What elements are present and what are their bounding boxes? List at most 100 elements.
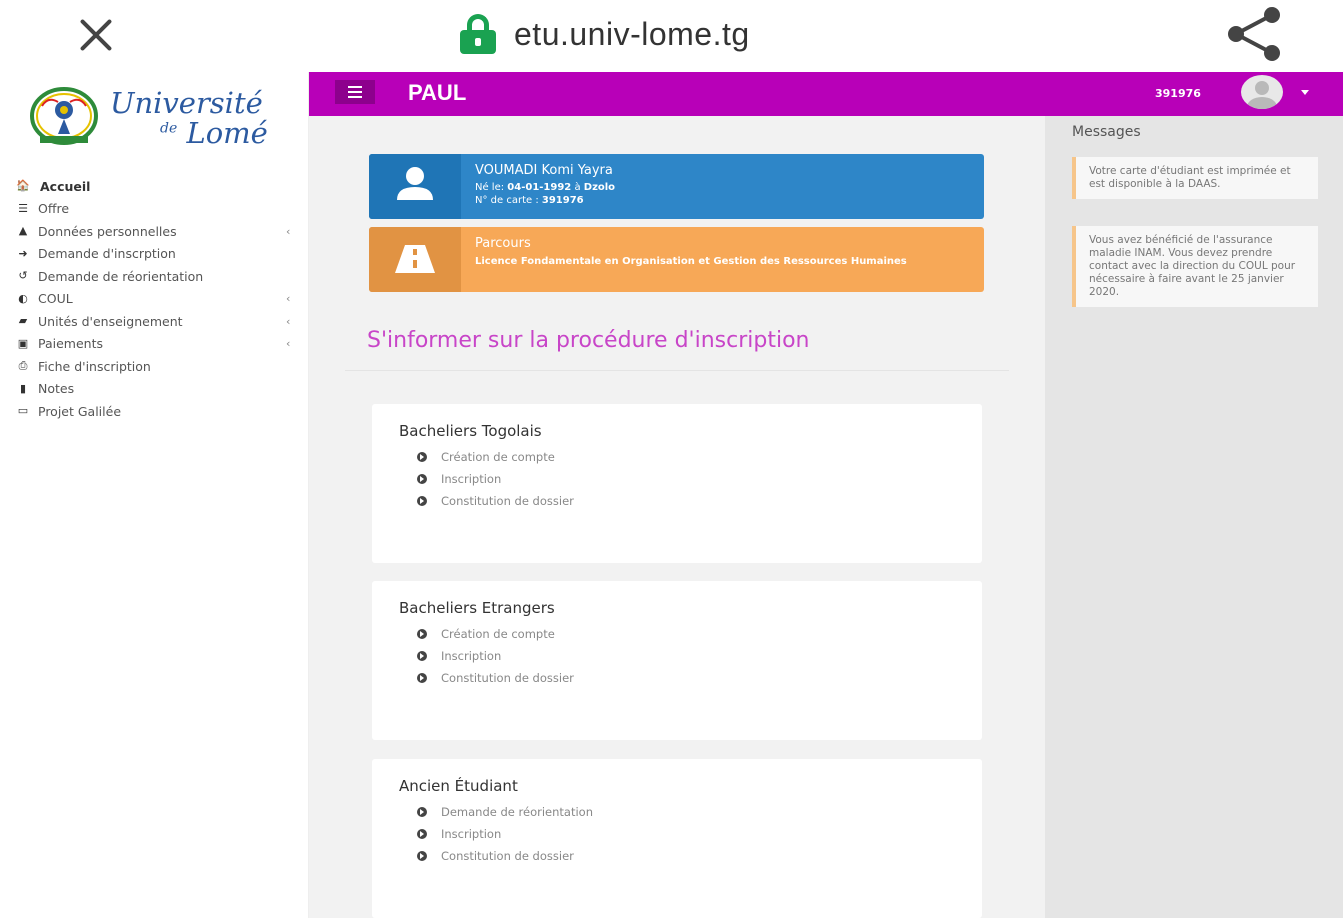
section-ancien-etudiant: Ancien Étudiant Demande de réorientation… xyxy=(372,759,982,918)
road-icon xyxy=(395,245,435,273)
chevron-circle-right-icon xyxy=(417,673,427,683)
sidebar: Université de Lomé 🏠 Accueil ☰ Offre ▲ D… xyxy=(0,72,309,918)
logo-text-lome-word: Lomé xyxy=(186,116,268,150)
link-label: Inscription xyxy=(441,827,502,841)
sidebar-item-demande-reorientation[interactable]: ↺ Demande de réorientation xyxy=(0,265,309,288)
section-bacheliers-etrangers: Bacheliers Etrangers Création de compte … xyxy=(372,581,982,740)
sidebar-item-label: Accueil xyxy=(40,178,91,194)
sidebar-item-paiements[interactable]: ▣ Paiements ‹ xyxy=(0,333,309,356)
card-number-value: 391976 xyxy=(541,195,584,206)
bookmark-icon: ▮ xyxy=(19,381,27,395)
sidebar-item-label: Notes xyxy=(38,381,75,397)
browser-bar: etu.univ-lome.tg xyxy=(0,0,1343,70)
user-student-id: 391976 xyxy=(1155,87,1201,100)
link-inscription[interactable]: Inscription xyxy=(417,645,574,667)
shield-icon: ◐ xyxy=(18,291,28,305)
chevron-circle-right-icon xyxy=(417,807,427,817)
message-item: Vous avez bénéficié de l'assurance malad… xyxy=(1072,226,1318,307)
sidebar-item-donnees-personnelles[interactable]: ▲ Données personnelles ‹ xyxy=(0,220,309,243)
link-label: Création de compte xyxy=(441,450,555,464)
undo-icon: ↺ xyxy=(18,269,28,282)
logo-text-lome: de Lomé xyxy=(160,116,268,150)
student-info-card: VOUMADI Komi Yayra Né le: 04-01-1992 à D… xyxy=(369,154,984,219)
user-icon-box xyxy=(369,154,461,219)
message-item: Votre carte d'étudiant est imprimée et e… xyxy=(1072,157,1318,199)
born-label: Né le: xyxy=(475,182,508,193)
chevron-left-icon: ‹ xyxy=(286,337,291,351)
close-icon[interactable] xyxy=(70,10,120,60)
sidebar-item-unites-enseignement[interactable]: ▰ Unités d'enseignement ‹ xyxy=(0,310,309,333)
sidebar-item-fiche-inscription[interactable]: ⎙ Fiche d'inscription xyxy=(0,355,309,378)
parcours-card: Parcours Licence Fondamentale en Organis… xyxy=(369,227,984,292)
link-label: Constitution de dossier xyxy=(441,671,574,685)
menu-toggle-button[interactable] xyxy=(335,80,375,104)
link-inscription[interactable]: Inscription xyxy=(417,468,574,490)
sidebar-item-demande-inscription[interactable]: ➜ Demande d'inscrption xyxy=(0,243,309,266)
share-icon[interactable] xyxy=(1222,6,1286,62)
sidebar-item-label: Unités d'enseignement xyxy=(38,313,183,329)
student-name: VOUMADI Komi Yayra xyxy=(475,163,613,178)
section-title: Ancien Étudiant xyxy=(399,777,518,795)
sidebar-item-label: Demande de réorientation xyxy=(38,268,204,284)
link-constitution-dossier[interactable]: Constitution de dossier xyxy=(417,490,574,512)
link-label: Création de compte xyxy=(441,627,555,641)
university-logo[interactable]: Université de Lomé xyxy=(28,82,288,152)
money-icon: ▣ xyxy=(17,336,29,350)
chevron-circle-right-icon xyxy=(417,474,427,484)
chevron-circle-right-icon xyxy=(417,651,427,661)
main-content: VOUMADI Komi Yayra Né le: 04-01-1992 à D… xyxy=(309,116,1045,918)
sidebar-menu: 🏠 Accueil ☰ Offre ▲ Données personnelles… xyxy=(0,175,309,423)
link-label: Constitution de dossier xyxy=(441,494,574,508)
chevron-left-icon: ‹ xyxy=(286,224,291,238)
chevron-down-icon[interactable] xyxy=(1301,90,1309,95)
link-constitution-dossier[interactable]: Constitution de dossier xyxy=(417,845,593,867)
book-icon: ▰ xyxy=(18,314,28,327)
section-title: Bacheliers Etrangers xyxy=(399,599,555,617)
laptop-icon: ▭ xyxy=(17,404,29,417)
link-demande-reorientation[interactable]: Demande de réorientation xyxy=(417,801,593,823)
section-links: Création de compte Inscription Constitut… xyxy=(417,623,574,689)
messages-panel: Messages Votre carte d'étudiant est impr… xyxy=(1045,116,1343,918)
parcours-program: Licence Fondamentale en Organisation et … xyxy=(475,256,907,267)
link-label: Inscription xyxy=(441,649,502,663)
sidebar-item-projet-galilee[interactable]: ▭ Projet Galilée xyxy=(0,400,309,423)
home-icon: 🏠 xyxy=(16,179,30,192)
chevron-left-icon: ‹ xyxy=(286,292,291,306)
user-icon xyxy=(397,167,433,200)
user-icon: ▲ xyxy=(18,224,28,237)
sidebar-item-notes[interactable]: ▮ Notes xyxy=(0,378,309,401)
address-bar[interactable]: etu.univ-lome.tg xyxy=(460,12,750,56)
avatar[interactable] xyxy=(1241,75,1283,109)
sidebar-item-coul[interactable]: ◐ COUL ‹ xyxy=(0,288,309,311)
sidebar-item-label: Projet Galilée xyxy=(38,403,122,419)
sidebar-item-label: Paiements xyxy=(38,336,104,352)
url-text: etu.univ-lome.tg xyxy=(514,15,750,52)
sidebar-item-label: Offre xyxy=(38,201,70,217)
link-label: Constitution de dossier xyxy=(441,849,574,863)
link-creation-compte[interactable]: Création de compte xyxy=(417,623,574,645)
link-label: Inscription xyxy=(441,472,502,486)
chevron-circle-right-icon xyxy=(417,629,427,639)
born-date: 04-01-1992 xyxy=(507,182,572,193)
list-icon: ☰ xyxy=(18,201,28,215)
top-navbar: PAUL 391976 xyxy=(309,72,1343,116)
chevron-circle-right-icon xyxy=(417,829,427,839)
link-inscription[interactable]: Inscription xyxy=(417,823,593,845)
student-card-number: N° de carte : 391976 xyxy=(475,194,975,207)
chevron-circle-right-icon xyxy=(417,851,427,861)
sidebar-item-label: Fiche d'inscription xyxy=(38,358,151,374)
procedure-title: S'informer sur la procédure d'inscriptio… xyxy=(367,328,810,353)
link-constitution-dossier[interactable]: Constitution de dossier xyxy=(417,667,574,689)
section-title: Bacheliers Togolais xyxy=(399,422,542,440)
link-creation-compte[interactable]: Création de compte xyxy=(417,446,574,468)
user-first-name: PAUL xyxy=(408,80,467,105)
sidebar-item-offre[interactable]: ☰ Offre xyxy=(0,198,309,221)
chevron-circle-right-icon xyxy=(417,496,427,506)
messages-title: Messages xyxy=(1072,124,1141,140)
sidebar-item-accueil[interactable]: 🏠 Accueil xyxy=(0,175,309,198)
print-icon: ⎙ xyxy=(18,359,28,372)
sidebar-item-label: Demande d'inscrption xyxy=(38,246,176,262)
chevron-left-icon: ‹ xyxy=(286,314,291,328)
lock-icon xyxy=(460,14,496,54)
section-links: Création de compte Inscription Constitut… xyxy=(417,446,574,512)
